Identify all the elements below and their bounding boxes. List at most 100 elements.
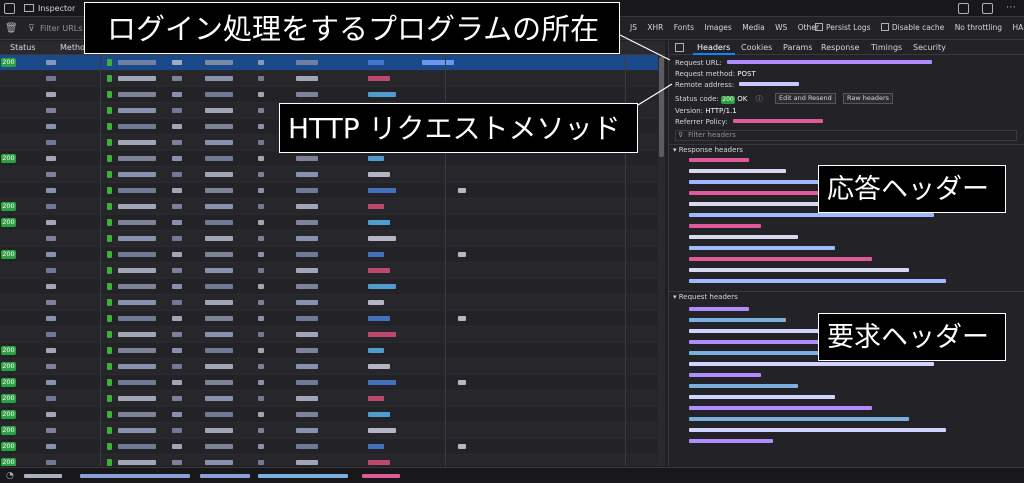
redacted-cell	[258, 220, 264, 225]
status-summary-redacted	[24, 474, 62, 478]
filter-xhr[interactable]: XHR	[647, 23, 663, 32]
filter-media[interactable]: Media	[742, 23, 765, 32]
callout-http-method: HTTP リクエストメソッド	[279, 103, 638, 153]
redacted-cell	[258, 60, 264, 65]
redacted-cell	[46, 236, 56, 241]
filter-ws[interactable]: WS	[775, 23, 787, 32]
request-headers-toggle[interactable]: ▾ Request headers	[673, 293, 738, 301]
redacted-cell	[296, 92, 318, 97]
dock-icon[interactable]	[958, 3, 969, 14]
redacted-cell	[46, 76, 56, 81]
edit-resend-button[interactable]: Edit and Resend	[775, 93, 836, 104]
lock-icon	[107, 379, 112, 386]
tab-security[interactable]: Security	[913, 43, 946, 52]
lock-icon	[107, 187, 112, 194]
redacted-header-line	[689, 384, 798, 388]
tab-inspector[interactable]: Inspector	[22, 2, 75, 15]
disable-cache-checkbox[interactable]	[880, 23, 889, 31]
column-status[interactable]: Status	[10, 43, 36, 52]
redacted-cell	[172, 332, 182, 337]
chevron-down-icon: ▾	[673, 146, 677, 154]
redacted-cell	[368, 364, 390, 369]
filter-js[interactable]: JS	[630, 23, 637, 32]
filter-images[interactable]: Images	[704, 23, 731, 32]
request-headers-title: Request headers	[678, 293, 738, 301]
response-headers-toggle[interactable]: ▾ Response headers	[673, 146, 743, 154]
status-badge: 200	[1, 154, 16, 163]
redacted-header-line	[689, 268, 909, 272]
type-filter-buttons: JS XHR Fonts Images Media WS Other	[630, 23, 827, 35]
timeline-bar	[458, 188, 466, 193]
lock-icon	[107, 203, 112, 210]
help-icon[interactable]: ⓘ	[756, 95, 763, 103]
referrer-policy-row: Referrer Policy:	[675, 118, 823, 126]
redacted-cell	[368, 172, 390, 177]
redacted-cell	[258, 156, 264, 161]
clear-log-icon[interactable]: 🗑	[5, 23, 18, 34]
redacted-cell	[258, 300, 264, 305]
callout-request-headers: 要求ヘッダー	[818, 313, 1006, 361]
redacted-header-line	[689, 279, 946, 283]
lock-icon	[107, 107, 112, 114]
redacted-cell	[118, 300, 156, 305]
redacted-header-line	[689, 180, 823, 184]
timeline-bar	[458, 252, 466, 257]
lock-icon	[107, 443, 112, 450]
redacted-cell	[118, 220, 156, 225]
redacted-cell	[172, 252, 182, 257]
redacted-cell	[258, 364, 264, 369]
redacted-cell	[368, 300, 384, 305]
har-menu[interactable]: HAR	[1012, 23, 1024, 32]
redacted-cell	[172, 348, 182, 353]
more-options-icon[interactable]: ⋯	[1006, 2, 1016, 13]
redacted-cell	[368, 92, 396, 97]
redacted-header-line	[689, 158, 749, 162]
redacted-cell	[205, 316, 233, 321]
redacted-cell	[368, 268, 390, 273]
raw-headers-button[interactable]: Raw headers	[843, 93, 894, 104]
filter-headers-input[interactable]: ⊽ Filter headers	[675, 130, 1017, 141]
version-label: Version:	[675, 107, 704, 115]
redacted-cell	[172, 172, 182, 177]
redacted-cell	[172, 316, 182, 321]
redacted-cell	[118, 124, 156, 129]
redacted-cell	[296, 316, 318, 321]
persist-logs-checkbox[interactable]	[815, 23, 823, 31]
redacted-cell	[205, 428, 233, 433]
lock-icon	[107, 235, 112, 242]
tab-headers[interactable]: Headers	[697, 43, 730, 52]
redacted-cell	[46, 348, 56, 353]
redacted-cell	[118, 380, 156, 385]
tab-params[interactable]: Params	[783, 43, 813, 52]
request-method-value: POST	[737, 70, 756, 78]
redacted-cell	[296, 60, 318, 65]
redacted-cell	[172, 428, 182, 433]
redacted-cell	[296, 300, 318, 305]
settings-icon[interactable]	[982, 3, 993, 14]
lock-icon	[107, 75, 112, 82]
tab-response[interactable]: Response	[821, 43, 859, 52]
redacted-cell	[205, 108, 233, 113]
status-badge: 200	[1, 394, 16, 403]
performance-icon[interactable]: ◔	[6, 471, 14, 481]
lock-icon	[107, 411, 112, 418]
redacted-cell	[46, 92, 56, 97]
request-list-scrollbar[interactable]	[658, 55, 665, 466]
remote-address-label: Remote address:	[675, 81, 735, 89]
redacted-cell	[118, 268, 156, 273]
redacted-header-line	[689, 417, 909, 421]
toggle-panel-icon[interactable]	[675, 43, 684, 52]
scroll-thumb[interactable]	[659, 57, 664, 157]
redacted-cell	[258, 348, 264, 353]
timeline-bar	[422, 60, 454, 65]
redacted-cell	[118, 284, 156, 289]
tab-cookies[interactable]: Cookies	[741, 43, 772, 52]
throttling-select[interactable]: No throttling	[955, 23, 1002, 32]
remote-address-row: Remote address:	[675, 81, 800, 89]
redacted-cell	[46, 428, 56, 433]
timeline-bar	[458, 380, 466, 385]
filter-fonts[interactable]: Fonts	[674, 23, 694, 32]
pick-element-icon[interactable]	[4, 3, 15, 14]
redacted-cell	[46, 332, 56, 337]
tab-timings[interactable]: Timings	[871, 43, 902, 52]
